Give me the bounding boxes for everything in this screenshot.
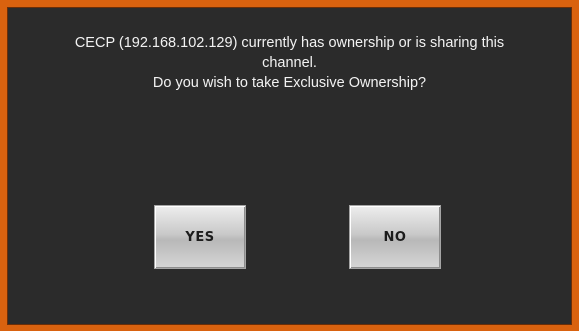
no-button[interactable]: NO	[349, 205, 441, 269]
yes-button[interactable]: YES	[154, 205, 246, 269]
no-button-label: NO	[383, 229, 407, 245]
exclusive-ownership-dialog: CECP (192.168.102.129) currently has own…	[0, 0, 579, 331]
yes-button-label: YES	[185, 229, 215, 245]
message-line-1: CECP (192.168.102.129) currently has own…	[74, 35, 505, 51]
message-line-3: Do you wish to take Exclusive Ownership?	[152, 75, 427, 91]
dialog-message: CECP (192.168.102.129) currently has own…	[17, 33, 562, 93]
message-line-2: channel.	[262, 55, 317, 71]
